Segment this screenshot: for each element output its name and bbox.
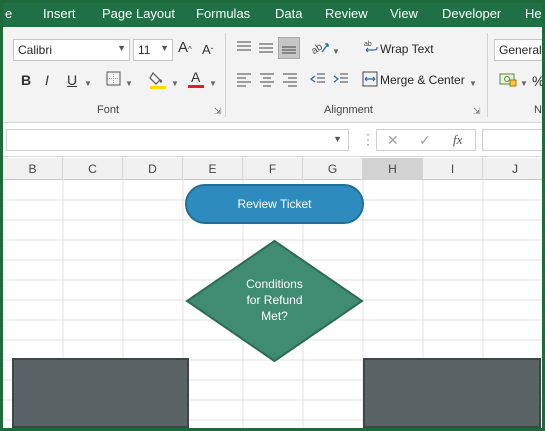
more-options-icon[interactable]: ⋮ [361, 131, 375, 148]
chevron-down-icon: ▼ [117, 43, 126, 53]
decrease-indent-icon[interactable] [309, 71, 326, 90]
number-group-label: Nu [534, 104, 542, 116]
underline-button[interactable]: U [67, 72, 77, 88]
formula-buttons: ✕ ✓ fx [376, 129, 476, 151]
wrap-text-button[interactable]: Wrap Text [380, 42, 434, 56]
formula-input[interactable] [482, 129, 542, 151]
name-box[interactable]: ▼ [6, 129, 349, 151]
column-header-g[interactable]: G [303, 158, 363, 180]
chevron-down-icon[interactable]: ▼ [171, 76, 179, 92]
fill-color-icon[interactable] [149, 70, 167, 93]
alignment-group-label: Alignment [324, 104, 373, 116]
left-process-box[interactable] [12, 358, 189, 428]
merge-center-button[interactable]: Merge & Center [380, 73, 465, 87]
excel-window: e Insert Page Layout Formulas Data Revie… [0, 0, 545, 431]
dialog-launcher-icon[interactable]: ⇲ [473, 106, 481, 117]
column-header-h[interactable]: H [363, 158, 423, 180]
align-right-icon[interactable] [282, 71, 298, 90]
tab-formulas[interactable]: Formulas [196, 6, 250, 21]
chevron-down-icon[interactable]: ▼ [332, 44, 340, 60]
review-ticket-label: Review Ticket [237, 197, 312, 211]
borders-icon[interactable] [106, 71, 121, 89]
tab-help[interactable]: Help [525, 6, 542, 21]
percent-icon[interactable]: % [532, 73, 542, 89]
column-header-i[interactable]: I [423, 158, 483, 180]
decision-label-line-1: Conditions [246, 277, 303, 291]
chevron-down-icon[interactable]: ▼ [209, 76, 217, 92]
font-color-icon[interactable]: A [187, 69, 205, 92]
tab-home[interactable]: e [5, 6, 12, 21]
font-name-value: Calibri [18, 43, 53, 57]
column-header-f[interactable]: F [243, 158, 303, 180]
svg-text:ab: ab [310, 41, 325, 56]
wrap-text-icon[interactable]: ab [364, 39, 378, 58]
middle-align-icon[interactable] [258, 39, 274, 58]
tab-page-layout[interactable]: Page Layout [102, 6, 175, 21]
tab-view[interactable]: View [390, 6, 418, 21]
decision-label-line-3: Met? [261, 309, 288, 323]
top-align-icon[interactable] [236, 39, 252, 58]
insert-function-icon[interactable]: fx [453, 132, 462, 148]
ribbon-body: Calibri ▼ 11 ▼ A^ Aˇ B I U ▼ ▼ ▼ A ▼ Fon… [3, 27, 542, 123]
chevron-down-icon[interactable]: ▼ [469, 76, 477, 92]
chevron-down-icon: ▼ [160, 43, 169, 53]
chevron-down-icon[interactable]: ▼ [333, 134, 342, 144]
tab-insert[interactable]: Insert [43, 6, 76, 21]
column-headers: B C D E F G H I J [3, 158, 542, 180]
tab-developer[interactable]: Developer [442, 6, 501, 21]
column-header-c[interactable]: C [63, 158, 123, 180]
column-header-j[interactable]: J [483, 158, 542, 180]
decision-label-line-2: for Refund [246, 293, 303, 307]
align-left-icon[interactable] [236, 71, 252, 90]
column-header-e[interactable]: E [183, 158, 243, 180]
chevron-down-icon[interactable]: ▼ [84, 76, 92, 92]
svg-text:ab: ab [364, 41, 372, 48]
column-header-b[interactable]: B [3, 158, 63, 180]
group-divider [225, 33, 226, 117]
svg-text:A: A [191, 69, 201, 85]
italic-button[interactable]: I [45, 72, 49, 88]
align-center-icon[interactable] [259, 71, 275, 90]
dialog-launcher-icon[interactable]: ⇲ [214, 106, 222, 117]
ribbon-tab-strip: e Insert Page Layout Formulas Data Revie… [3, 3, 542, 27]
increase-indent-icon[interactable] [333, 71, 349, 90]
font-group-label: Font [97, 104, 120, 116]
chevron-down-icon[interactable]: ▼ [520, 76, 528, 92]
number-format-select[interactable]: General [494, 39, 542, 61]
font-size-select[interactable]: 11 ▼ [133, 39, 173, 61]
right-process-box[interactable] [363, 358, 541, 428]
bottom-align-icon[interactable] [278, 37, 300, 59]
enter-icon[interactable]: ✓ [419, 132, 431, 149]
tab-data[interactable]: Data [275, 6, 302, 21]
decrease-font-size-icon[interactable]: Aˇ [202, 42, 213, 60]
column-header-d[interactable]: D [123, 158, 183, 180]
font-size-value: 11 [138, 43, 151, 57]
tab-review[interactable]: Review [325, 6, 368, 21]
number-format-value: General [499, 43, 542, 57]
formula-bar: ▼ ⋮ ✕ ✓ fx [3, 123, 542, 157]
bold-button[interactable]: B [21, 72, 31, 88]
font-name-select[interactable]: Calibri ▼ [13, 39, 130, 61]
group-divider [487, 33, 488, 117]
cancel-icon[interactable]: ✕ [387, 132, 399, 149]
accounting-format-icon[interactable] [499, 71, 517, 90]
decision-label: Conditions for Refund Met? [218, 276, 331, 324]
chevron-down-icon[interactable]: ▼ [125, 76, 133, 92]
orientation-icon[interactable]: ab [309, 38, 330, 59]
merge-center-icon[interactable] [362, 71, 378, 90]
increase-font-size-icon[interactable]: A^ [178, 40, 192, 58]
